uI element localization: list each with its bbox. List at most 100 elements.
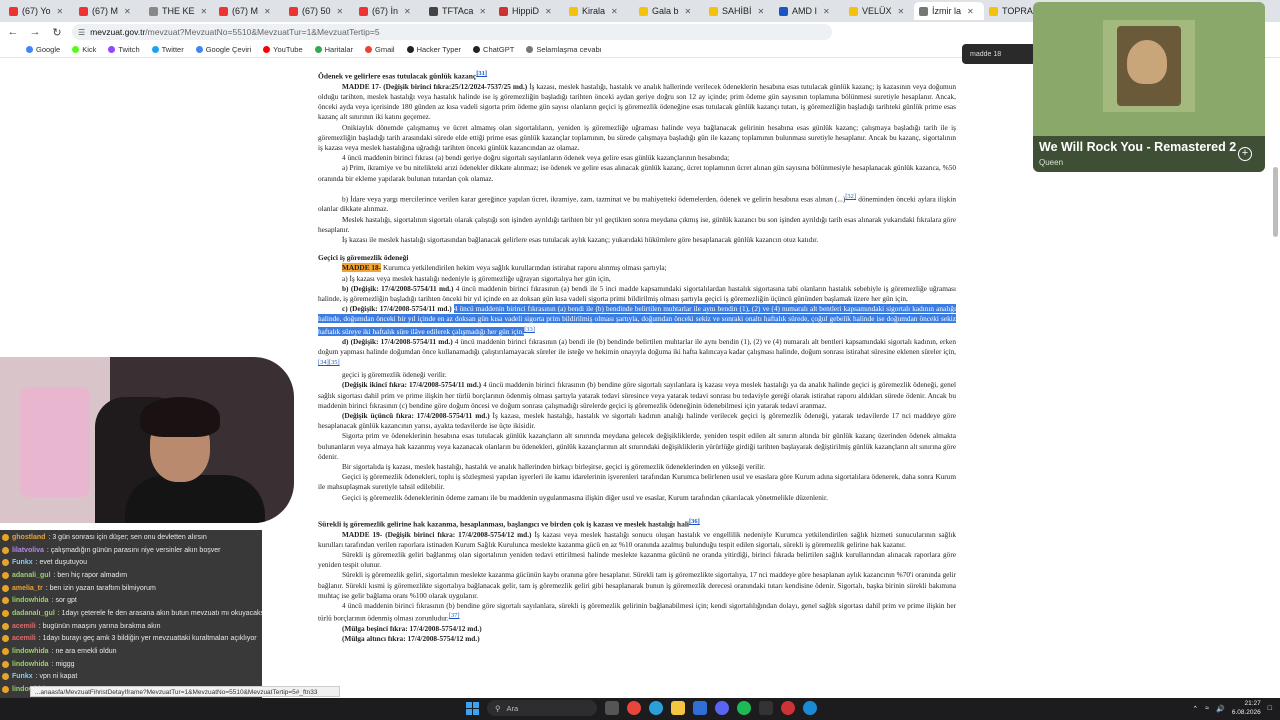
- bookmark-item[interactable]: YouTube: [263, 45, 303, 54]
- paragraph: Geçici iş göremezlik ödenekleri, toplu i…: [318, 472, 956, 492]
- chat-username[interactable]: Funkx: [12, 673, 33, 680]
- bookmark-label: Gmail: [374, 45, 395, 54]
- find-in-page-box[interactable]: madde 18: [962, 44, 1036, 64]
- chevron-up-icon[interactable]: ⌃: [1192, 705, 1198, 713]
- bookmark-item[interactable]: Gmail: [364, 45, 395, 54]
- close-icon[interactable]: ✕: [264, 7, 271, 16]
- add-to-library-icon[interactable]: +: [1238, 147, 1252, 161]
- back-icon[interactable]: ←: [6, 26, 20, 38]
- close-icon[interactable]: ✕: [967, 7, 974, 16]
- bookmark-item[interactable]: Selamlaşma cevabı: [526, 45, 602, 54]
- bookmark-item[interactable]: Hacker Typer: [406, 45, 461, 54]
- clock[interactable]: 21:27 6.08.2026: [1232, 700, 1261, 717]
- browser-tab[interactable]: Kirala ✕: [564, 2, 634, 20]
- chat-username[interactable]: Funkx: [12, 559, 33, 566]
- footnote-link[interactable]: [31]: [476, 70, 487, 77]
- chat-badge-icon: [2, 597, 9, 605]
- close-icon[interactable]: ✕: [898, 7, 905, 16]
- scrollbar-thumb[interactable]: [1273, 167, 1278, 237]
- bookmark-item[interactable]: Twitter: [151, 45, 184, 54]
- spotify-icon[interactable]: [737, 701, 751, 715]
- chat-text: : evet duşutuyou: [35, 559, 87, 567]
- terminal-icon[interactable]: [759, 701, 773, 715]
- browser-tab[interactable]: (67) M ✕: [74, 2, 144, 20]
- taskbar-search[interactable]: ⚲ Ara: [487, 700, 597, 716]
- browser-tab[interactable]: Gala b ✕: [634, 2, 704, 20]
- close-icon[interactable]: ✕: [823, 7, 830, 16]
- close-icon[interactable]: ✕: [57, 7, 64, 16]
- address-bar[interactable]: ☰ mevzuat.gov.tr/mevzuat?MevzuatNo=5510&…: [72, 24, 832, 40]
- footnote-link[interactable]: [32]: [845, 193, 856, 200]
- bookmark-item[interactable]: Google: [26, 45, 60, 54]
- chrome-icon[interactable]: [627, 701, 641, 715]
- chat-username[interactable]: ghostland: [12, 534, 45, 541]
- browser-tab[interactable]: (67) M ✕: [214, 2, 284, 20]
- browser-tab[interactable]: SAHİBİ ✕: [704, 2, 774, 20]
- bookmark-item[interactable]: Twitch: [108, 45, 140, 54]
- bookmark-item[interactable]: Google Çeviri: [195, 45, 252, 54]
- forward-icon[interactable]: →: [28, 26, 42, 38]
- close-icon[interactable]: ✕: [124, 7, 131, 16]
- close-icon[interactable]: ✕: [758, 7, 765, 16]
- notification-icon[interactable]: □: [1268, 705, 1272, 712]
- close-icon[interactable]: ✕: [337, 7, 344, 16]
- browser-tab[interactable]: HippiD ✕: [494, 2, 564, 20]
- close-icon[interactable]: ✕: [404, 7, 411, 16]
- paragraph: (Değişik ikinci fıkra: 17/4/2008-5754/11…: [318, 380, 956, 410]
- todo-icon[interactable]: [693, 701, 707, 715]
- footnote-link[interactable]: [37]: [449, 612, 460, 619]
- file-explorer-icon[interactable]: [671, 701, 685, 715]
- close-icon[interactable]: ✕: [685, 7, 692, 16]
- footnote-link[interactable]: [33]: [524, 326, 535, 333]
- chat-badge-icon: [2, 622, 9, 630]
- chat-username[interactable]: lindowhida: [12, 597, 49, 604]
- task-view-icon[interactable]: [605, 701, 619, 715]
- browser-tab[interactable]: İzmir la ✕: [914, 2, 984, 20]
- browser-tab[interactable]: (67) Yo ✕: [4, 2, 74, 20]
- footnote-link[interactable]: [36]: [689, 518, 700, 525]
- browser-tab[interactable]: AMD I ✕: [774, 2, 844, 20]
- chat-text: : 3 gün sonrası için düşer; sen onu devl…: [48, 533, 207, 541]
- chat-username[interactable]: amelia_tr: [12, 585, 43, 592]
- bookmark-icon: [314, 46, 322, 53]
- browser-tab[interactable]: THE KE ✕: [144, 2, 214, 20]
- chat-message: lilatvoliva: çalışmadığın günün parasını…: [0, 544, 262, 557]
- browser-tab[interactable]: TFTAca ✕: [424, 2, 494, 20]
- chat-username[interactable]: acemili: [12, 635, 36, 642]
- chat-username[interactable]: lilatvoliva: [12, 547, 44, 554]
- windows-start-icon[interactable]: [466, 701, 479, 715]
- chat-username[interactable]: dadanalı_gul: [12, 610, 55, 617]
- chat-username[interactable]: acemili: [12, 623, 36, 630]
- close-icon[interactable]: ✕: [201, 7, 208, 16]
- site-info-icon[interactable]: ☰: [78, 28, 85, 37]
- browser-icon[interactable]: [803, 701, 817, 715]
- wifi-icon[interactable]: ≈: [1205, 705, 1209, 712]
- close-icon[interactable]: ✕: [545, 7, 552, 16]
- bookmark-label: Google Çeviri: [205, 45, 252, 54]
- bookmark-label: Kick: [82, 45, 97, 54]
- reload-icon[interactable]: ↻: [50, 26, 64, 39]
- browser-tab[interactable]: VELÜX ✕: [844, 2, 914, 20]
- bookmark-item[interactable]: Kick: [72, 45, 96, 54]
- app-icon[interactable]: [781, 701, 795, 715]
- chat-username[interactable]: adanali_gul: [12, 572, 51, 579]
- close-icon[interactable]: ✕: [611, 7, 618, 16]
- discord-icon[interactable]: [715, 701, 729, 715]
- bookmark-label: Selamlaşma cevabı: [536, 45, 602, 54]
- chat-username[interactable]: lindowhida: [12, 661, 49, 668]
- volume-icon[interactable]: 🔊: [1216, 705, 1225, 713]
- page-scrollbar[interactable]: [1272, 119, 1278, 697]
- bookmark-item[interactable]: ChatGPT: [473, 45, 514, 54]
- chat-username[interactable]: lindowhida: [12, 648, 49, 655]
- chat-message: lindowhida: ne ara emekli oldun: [0, 645, 262, 658]
- footnote-link[interactable]: [34][35]: [318, 359, 340, 366]
- tab-label: (67) M: [92, 6, 119, 16]
- bookmark-item[interactable]: Haritalar: [314, 45, 353, 54]
- chat-badge-icon: [2, 660, 9, 668]
- artist-name: Queen: [1039, 158, 1064, 167]
- browser-tab[interactable]: (67) 50 ✕: [284, 2, 354, 20]
- browser-tab[interactable]: (67) İn ✕: [354, 2, 424, 20]
- chat-message: adanali_gul: ben hiç rapor almadım: [0, 569, 262, 582]
- edge-icon[interactable]: [649, 701, 663, 715]
- close-icon[interactable]: ✕: [479, 7, 486, 16]
